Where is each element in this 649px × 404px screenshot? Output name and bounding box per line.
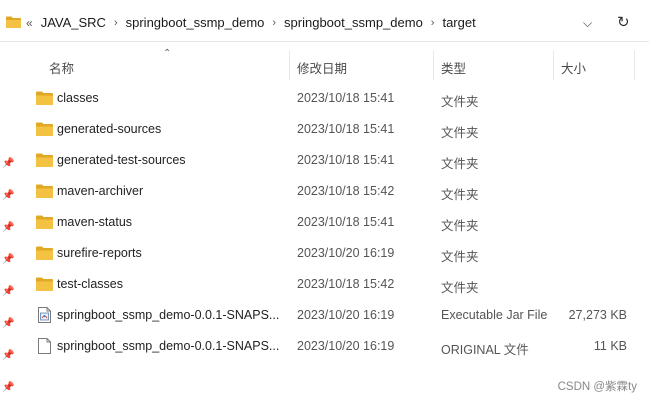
breadcrumb-item[interactable]: springboot_ssmp_demo bbox=[126, 15, 265, 30]
file-date: 2023/10/18 15:41 bbox=[297, 215, 395, 229]
breadcrumb-item[interactable]: springboot_ssmp_demo bbox=[284, 15, 423, 30]
chevron-right-icon[interactable]: › bbox=[431, 17, 435, 29]
file-date: 2023/10/20 16:19 bbox=[297, 339, 395, 353]
pin-icon[interactable]: 📌 bbox=[2, 350, 14, 362]
folder-icon bbox=[36, 215, 53, 229]
file-name: springboot_ssmp_demo-0.0.1-SNAPS... bbox=[57, 339, 280, 353]
file-type: ORIGINAL 文件 bbox=[441, 343, 529, 357]
folder-icon bbox=[6, 16, 21, 28]
column-header: ⌃ 名称 修改日期 类型 大小 bbox=[18, 48, 649, 80]
file-name: maven-status bbox=[57, 215, 133, 229]
file-date: 2023/10/18 15:42 bbox=[297, 277, 395, 291]
file-name: test-classes bbox=[57, 277, 123, 291]
file-name: springboot_ssmp_demo-0.0.1-SNAPS... bbox=[57, 308, 280, 322]
chevron-right-icon[interactable]: › bbox=[114, 17, 118, 29]
column-divider[interactable] bbox=[433, 50, 434, 80]
file-type: 文件夹 bbox=[441, 126, 479, 140]
chevron-right-icon[interactable]: › bbox=[272, 17, 276, 29]
file-name: generated-test-sources bbox=[57, 153, 186, 167]
column-header-type[interactable]: 类型 bbox=[441, 58, 466, 77]
breadcrumb-item[interactable]: JAVA_SRC bbox=[41, 15, 106, 30]
folder-icon bbox=[36, 91, 53, 105]
blank-file-icon bbox=[38, 338, 51, 354]
file-type: Executable Jar File bbox=[441, 308, 548, 322]
pin-icon[interactable]: 📌 bbox=[2, 222, 14, 234]
file-row[interactable]: maven-archiver 2023/10/18 15:42 文件夹 bbox=[18, 176, 649, 207]
file-list: classes 2023/10/18 15:41 文件夹 generated-s… bbox=[18, 83, 649, 362]
folder-icon bbox=[36, 122, 53, 136]
file-name: maven-archiver bbox=[57, 184, 144, 198]
column-divider[interactable] bbox=[553, 50, 554, 80]
folder-icon bbox=[36, 246, 53, 260]
column-header-size[interactable]: 大小 bbox=[561, 58, 586, 77]
file-row[interactable]: springboot_ssmp_demo-0.0.1-SNAPS... 2023… bbox=[18, 300, 649, 331]
column-divider[interactable] bbox=[289, 50, 290, 80]
column-divider[interactable] bbox=[634, 50, 635, 80]
jar-file-icon bbox=[38, 307, 51, 323]
folder-icon bbox=[36, 153, 53, 167]
file-row[interactable]: generated-test-sources 2023/10/18 15:41 … bbox=[18, 145, 649, 176]
column-header-name[interactable]: 名称 bbox=[49, 58, 74, 77]
file-type: 文件夹 bbox=[441, 219, 479, 233]
file-row[interactable]: generated-sources 2023/10/18 15:41 文件夹 bbox=[18, 114, 649, 145]
file-row[interactable]: test-classes 2023/10/18 15:42 文件夹 bbox=[18, 269, 649, 300]
file-size: 11 KB bbox=[593, 339, 627, 353]
pin-icon[interactable]: 📌 bbox=[2, 286, 14, 298]
file-name: classes bbox=[57, 91, 99, 105]
navigation-pane: 📌 📌 📌 📌 📌 📌 📌 📌 bbox=[0, 48, 18, 404]
pin-icon[interactable]: 📌 bbox=[2, 318, 14, 330]
refresh-icon[interactable]: ↻ bbox=[617, 13, 630, 31]
folder-icon bbox=[36, 184, 53, 198]
breadcrumb-item[interactable]: target bbox=[442, 15, 475, 30]
pin-icon[interactable]: 📌 bbox=[2, 158, 14, 170]
file-name: generated-sources bbox=[57, 122, 162, 136]
pin-icon[interactable]: 📌 bbox=[2, 190, 14, 202]
file-date: 2023/10/18 15:41 bbox=[297, 122, 395, 136]
address-bar[interactable]: « JAVA_SRC › springboot_ssmp_demo › spri… bbox=[0, 4, 649, 42]
file-type: 文件夹 bbox=[441, 250, 479, 264]
folder-icon bbox=[36, 277, 53, 291]
file-date: 2023/10/18 15:41 bbox=[297, 153, 395, 167]
file-size: 27,273 KB bbox=[568, 308, 627, 322]
file-type: 文件夹 bbox=[441, 157, 479, 171]
file-row[interactable]: springboot_ssmp_demo-0.0.1-SNAPS... 2023… bbox=[18, 331, 649, 362]
file-date: 2023/10/20 16:19 bbox=[297, 308, 395, 322]
pin-icon[interactable]: 📌 bbox=[2, 382, 14, 394]
file-type: 文件夹 bbox=[441, 281, 479, 295]
breadcrumb: « JAVA_SRC › springboot_ssmp_demo › spri… bbox=[26, 15, 476, 30]
breadcrumb-overflow[interactable]: « bbox=[26, 16, 33, 30]
file-date: 2023/10/18 15:42 bbox=[297, 184, 395, 198]
file-row[interactable]: surefire-reports 2023/10/20 16:19 文件夹 bbox=[18, 238, 649, 269]
file-date: 2023/10/18 15:41 bbox=[297, 91, 395, 105]
pin-icon[interactable]: 📌 bbox=[2, 254, 14, 266]
watermark: CSDN @紫霖ty bbox=[557, 381, 637, 393]
file-type: 文件夹 bbox=[441, 188, 479, 202]
column-header-date[interactable]: 修改日期 bbox=[297, 58, 347, 77]
sort-ascending-icon: ⌃ bbox=[163, 48, 172, 59]
file-name: surefire-reports bbox=[57, 246, 142, 260]
file-date: 2023/10/20 16:19 bbox=[297, 246, 395, 260]
file-row[interactable]: maven-status 2023/10/18 15:41 文件夹 bbox=[18, 207, 649, 238]
chevron-down-icon[interactable]: ⌵ bbox=[583, 16, 592, 31]
file-type: 文件夹 bbox=[441, 95, 479, 109]
file-row[interactable]: classes 2023/10/18 15:41 文件夹 bbox=[18, 83, 649, 114]
